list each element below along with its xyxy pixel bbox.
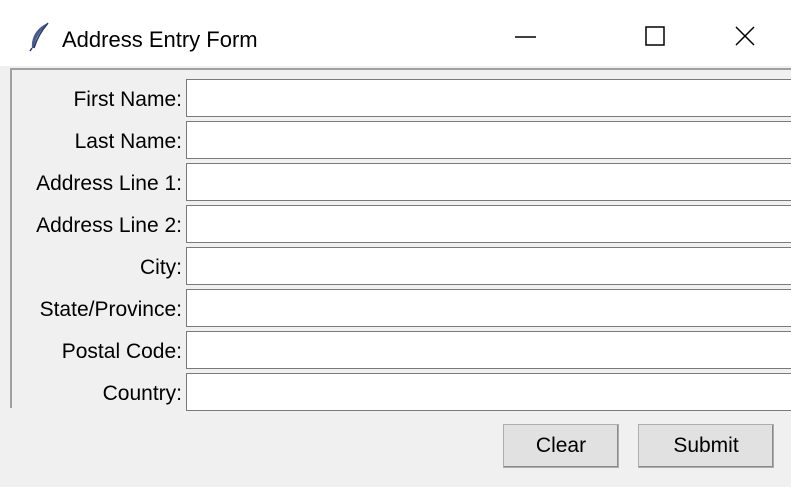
- last-name-input[interactable]: [186, 121, 791, 159]
- country-input[interactable]: [186, 373, 791, 411]
- maximize-button[interactable]: [631, 18, 679, 58]
- address-line-1-input[interactable]: [186, 163, 791, 201]
- address-line-2-label: Address Line 2:: [36, 214, 182, 237]
- address-form: First Name: Last Name: Address Line 1: A…: [10, 68, 791, 411]
- feather-icon: [29, 22, 49, 52]
- state-province-label: State/Province:: [39, 298, 182, 321]
- minimize-icon: [515, 36, 536, 38]
- city-input[interactable]: [186, 247, 791, 285]
- address-line-1-label: Address Line 1:: [36, 172, 182, 195]
- form-row-state-province: State/Province:: [12, 288, 791, 330]
- close-button[interactable]: [721, 18, 769, 58]
- first-name-label: First Name:: [73, 88, 182, 111]
- form-row-country: Country:: [12, 372, 791, 414]
- clear-button[interactable]: Clear: [503, 424, 619, 468]
- close-icon: [735, 26, 755, 46]
- country-label: Country:: [102, 382, 182, 405]
- city-label: City:: [140, 256, 182, 279]
- address-line-2-input[interactable]: [186, 205, 791, 243]
- title-bar[interactable]: Address Entry Form: [0, 0, 791, 66]
- state-province-input[interactable]: [186, 289, 791, 327]
- form-row-city: City:: [12, 246, 791, 288]
- form-row-address-line-2: Address Line 2:: [12, 204, 791, 246]
- last-name-label: Last Name:: [74, 130, 182, 153]
- postal-code-label: Postal Code:: [61, 340, 182, 363]
- maximize-icon: [645, 26, 665, 46]
- form-row-first-name: First Name:: [12, 78, 791, 120]
- first-name-input[interactable]: [186, 79, 791, 117]
- window-title: Address Entry Form: [62, 27, 258, 52]
- postal-code-input[interactable]: [186, 331, 791, 369]
- form-row-address-line-1: Address Line 1:: [12, 162, 791, 204]
- minimize-button[interactable]: [500, 18, 548, 58]
- submit-button[interactable]: Submit: [638, 424, 774, 468]
- form-row-last-name: Last Name:: [12, 120, 791, 162]
- app-window: Address Entry Form First Name: Last Name…: [0, 0, 791, 487]
- form-row-postal-code: Postal Code:: [12, 330, 791, 372]
